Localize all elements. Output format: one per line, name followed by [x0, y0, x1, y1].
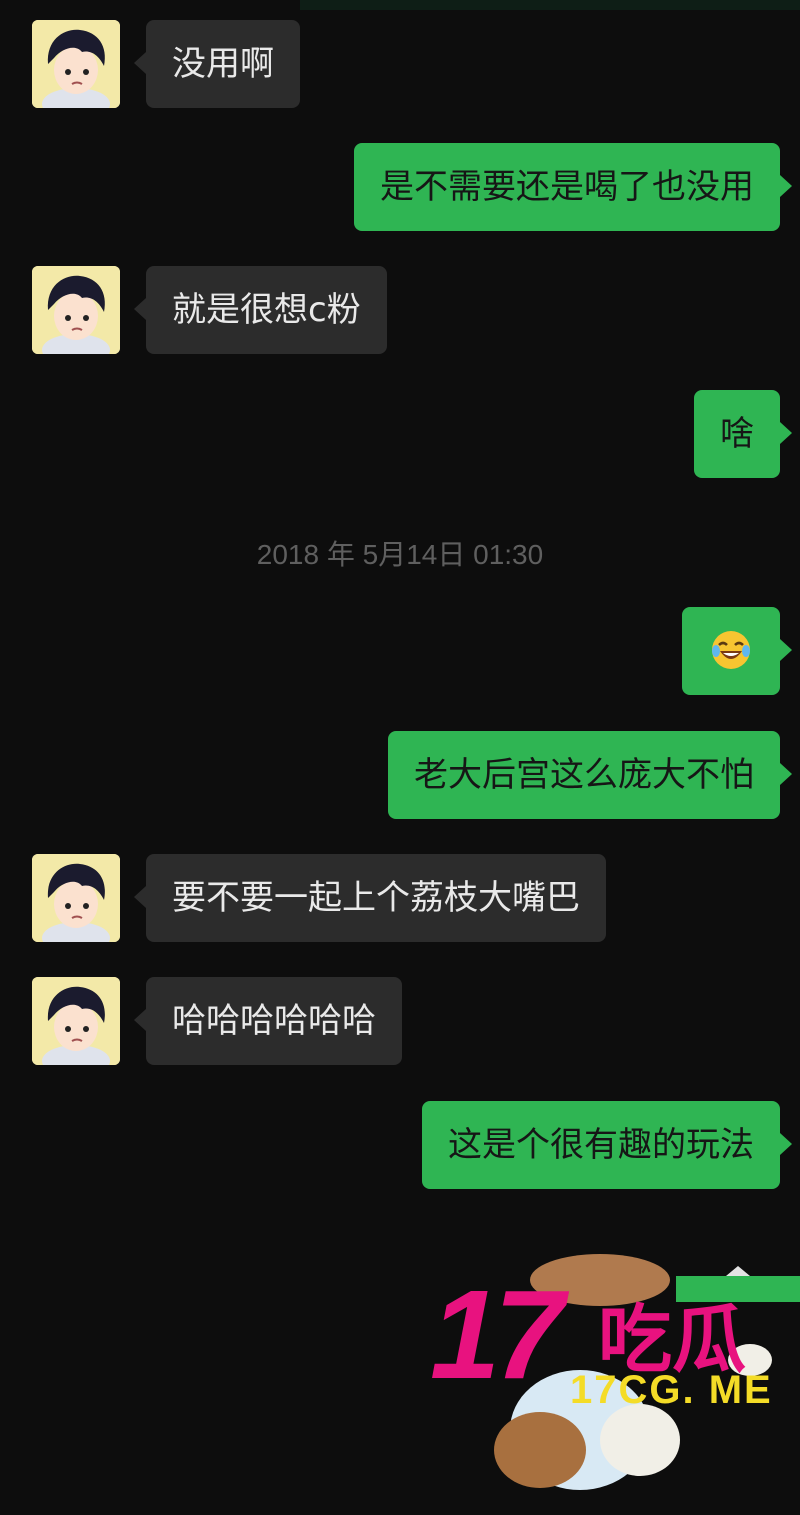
- avatar[interactable]: [32, 854, 120, 942]
- chat-timestamp: 2018 年 5月14日 01:30: [256, 539, 544, 570]
- avatar[interactable]: [32, 20, 120, 108]
- incoming-message-bubble[interactable]: 没用啊: [134, 20, 300, 108]
- incoming-message-bubble[interactable]: 就是很想c粉: [134, 266, 387, 354]
- outgoing-message-bubble[interactable]: 啥: [694, 390, 792, 478]
- outgoing-message-bubble[interactable]: 这是个很有趣的玩法: [422, 1101, 792, 1189]
- watermark-logo: 17 吃瓜 17CG. ME: [420, 1240, 800, 1515]
- watermark-url: 17CG. ME: [570, 1368, 773, 1412]
- avatar[interactable]: [32, 266, 120, 354]
- avatar[interactable]: [32, 977, 120, 1065]
- outgoing-message-bubble[interactable]: 老大后宫这么庞大不怕: [388, 731, 792, 819]
- top-edge-strip: [300, 0, 800, 10]
- laughing-tears-emoji-icon: [712, 630, 750, 669]
- outgoing-message-bubble[interactable]: [682, 607, 792, 695]
- watermark-number: 17: [430, 1264, 564, 1405]
- incoming-message-bubble[interactable]: 哈哈哈哈哈哈: [134, 977, 402, 1065]
- chat-window: 没用啊 是不需要还是喝了也没用 就是很想c粉 啥 2018 年 5月14日 01…: [0, 0, 800, 1515]
- outgoing-message-bubble[interactable]: 是不需要还是喝了也没用: [354, 143, 792, 231]
- incoming-message-bubble[interactable]: 要不要一起上个荔枝大嘴巴: [134, 854, 606, 942]
